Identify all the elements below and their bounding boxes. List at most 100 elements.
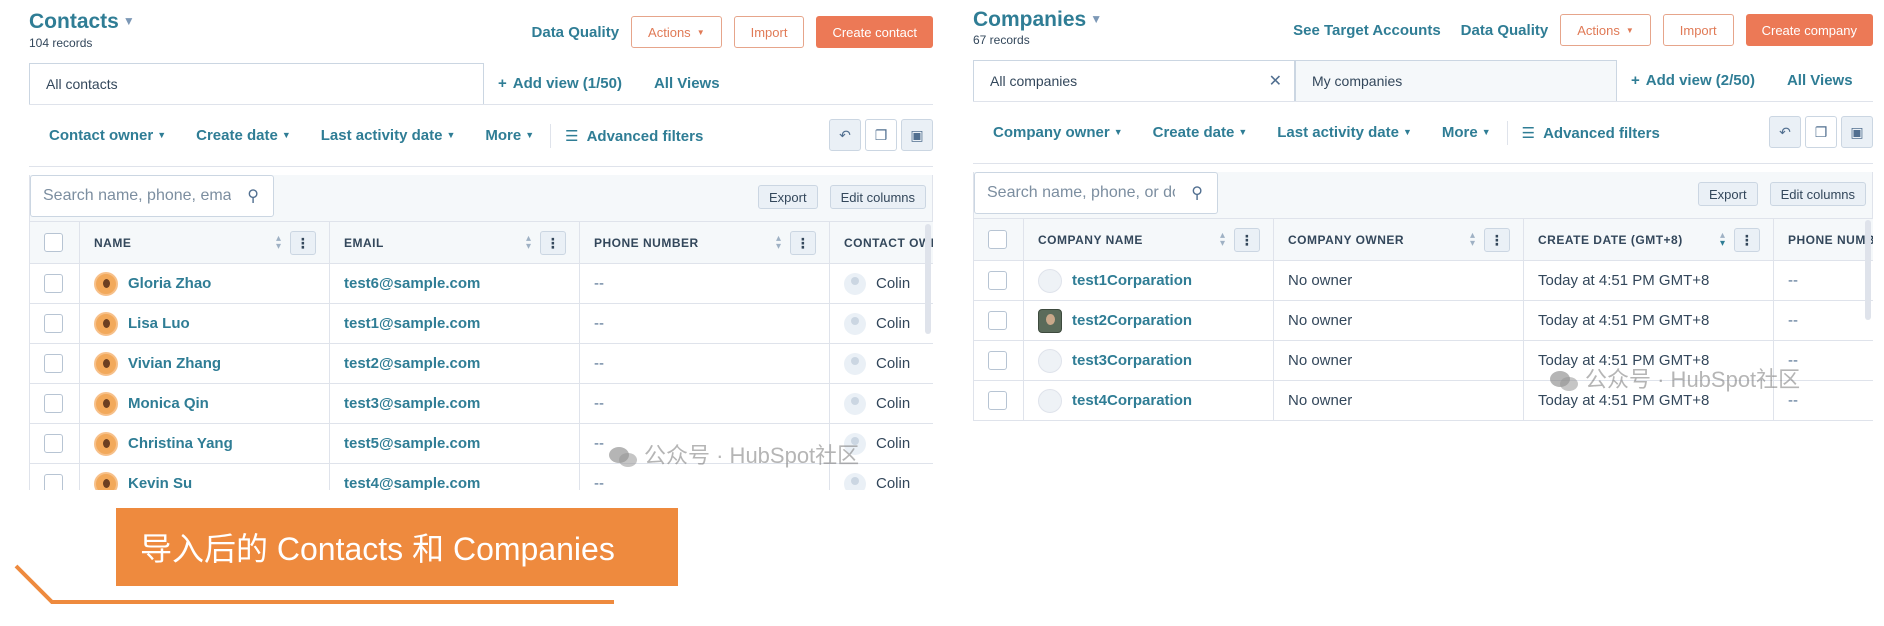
company-name-link[interactable]: test1Corparation <box>1072 271 1192 288</box>
contact-name-link[interactable]: Christina Yang <box>128 434 233 451</box>
sort-icon[interactable]: ▴ ▾ <box>776 234 782 252</box>
column-header-name[interactable]: NAME ▴ ▾ ⋮ <box>79 221 330 264</box>
table-row[interactable]: Vivian Zhang test2@sample.com -- Colin <box>29 343 933 384</box>
undo-icon[interactable]: ↶ <box>1769 116 1801 148</box>
email-link[interactable]: test5@sample.com <box>344 435 480 452</box>
edit-columns-button[interactable]: Edit columns <box>1769 182 1866 206</box>
table-row[interactable]: test2Corparation No owner Today at 4:51 … <box>973 300 1873 341</box>
filter-more[interactable]: More ▼ <box>1442 124 1491 141</box>
kebab-icon[interactable]: ⋮ <box>790 231 816 255</box>
row-checkbox[interactable] <box>988 391 1007 410</box>
select-all-checkbox[interactable] <box>988 230 1007 249</box>
table-row[interactable]: Monica Qin test3@sample.com -- Colin <box>29 383 933 424</box>
contact-name-link[interactable]: Vivian Zhang <box>128 354 221 371</box>
search-input[interactable] <box>31 176 231 216</box>
actions-button[interactable]: Actions ▼ <box>1560 14 1651 46</box>
contact-name-link[interactable]: Kevin Su <box>128 474 192 490</box>
save-icon[interactable]: ▣ <box>901 119 933 151</box>
column-header-phone[interactable]: PHONE NUMBER ▴ ▾ ⋮ <box>579 221 830 264</box>
column-header-email[interactable]: EMAIL ▴ ▾ ⋮ <box>329 221 580 264</box>
tab-all-contacts[interactable]: All contacts <box>29 63 484 104</box>
undo-icon[interactable]: ↶ <box>829 119 861 151</box>
contact-name-link[interactable]: Gloria Zhao <box>128 274 211 291</box>
row-checkbox[interactable] <box>44 274 63 293</box>
row-checkbox[interactable] <box>988 311 1007 330</box>
column-header-company-name[interactable]: COMPANY NAME ▴ ▾ ⋮ <box>1023 218 1274 261</box>
filter-last-activity-date[interactable]: Last activity date ▼ <box>321 127 456 144</box>
email-link[interactable]: test6@sample.com <box>344 275 480 292</box>
see-target-accounts-link[interactable]: See Target Accounts <box>1293 22 1441 39</box>
vertical-scrollbar[interactable] <box>1865 220 1871 320</box>
column-header-contact-owner[interactable]: CONTACT OWNER <box>829 221 933 264</box>
column-header-company-owner[interactable]: COMPANY OWNER ▴ ▾ ⋮ <box>1273 218 1524 261</box>
companies-title-dropdown[interactable]: Companies ▼ <box>973 8 1102 32</box>
filter-last-activity-date[interactable]: Last activity date ▼ <box>1277 124 1412 141</box>
company-name-link[interactable]: test3Corparation <box>1072 351 1192 368</box>
filter-create-date[interactable]: Create date ▼ <box>1153 124 1248 141</box>
all-views-link[interactable]: All Views <box>654 75 720 92</box>
table-row[interactable]: test1Corparation No owner Today at 4:51 … <box>973 260 1873 301</box>
save-icon[interactable]: ▣ <box>1841 116 1873 148</box>
filter-company-owner[interactable]: Company owner ▼ <box>993 124 1123 141</box>
row-checkbox[interactable] <box>988 271 1007 290</box>
caret-down-icon: ▼ <box>525 130 535 140</box>
advanced-filters-button[interactable]: ☰ Advanced filters <box>1522 124 1660 142</box>
row-checkbox[interactable] <box>988 351 1007 370</box>
search-input[interactable] <box>975 173 1175 213</box>
email-link[interactable]: test2@sample.com <box>344 355 480 372</box>
sort-icon[interactable]: ▴ ▾ <box>1470 231 1476 249</box>
all-views-link[interactable]: All Views <box>1787 72 1853 89</box>
filter-create-date[interactable]: Create date ▼ <box>196 127 291 144</box>
email-link[interactable]: test4@sample.com <box>344 475 480 490</box>
row-checkbox[interactable] <box>44 434 63 453</box>
sort-icon[interactable]: ▴ ▾ <box>276 234 282 252</box>
select-all-checkbox[interactable] <box>44 233 63 252</box>
company-name-link[interactable]: test2Corparation <box>1072 311 1192 328</box>
advanced-filters-button[interactable]: ☰ Advanced filters <box>565 127 703 145</box>
edit-columns-button[interactable]: Edit columns <box>829 185 926 209</box>
copy-icon[interactable]: ❐ <box>865 119 897 151</box>
email-link[interactable]: test1@sample.com <box>344 315 480 332</box>
kebab-icon[interactable]: ⋮ <box>1484 228 1510 252</box>
data-quality-link[interactable]: Data Quality <box>1461 22 1549 39</box>
row-checkbox[interactable] <box>44 474 63 490</box>
email-link[interactable]: test3@sample.com <box>344 395 480 412</box>
export-button[interactable]: Export <box>1698 182 1758 206</box>
tab-my-companies[interactable]: My companies <box>1295 60 1617 101</box>
row-checkbox[interactable] <box>44 314 63 333</box>
tab-all-companies[interactable]: All companies ✕ <box>973 60 1295 101</box>
company-name-link[interactable]: test4Corparation <box>1072 391 1192 408</box>
add-view-button[interactable]: + Add view (2/50) <box>1631 72 1755 89</box>
column-header-create-date[interactable]: CREATE DATE (GMT+8) ▴ ▾ ⋮ <box>1523 218 1774 261</box>
kebab-icon[interactable]: ⋮ <box>1234 228 1260 252</box>
actions-button[interactable]: Actions ▼ <box>631 16 722 48</box>
create-contact-button[interactable]: Create contact <box>816 16 933 48</box>
data-quality-link[interactable]: Data Quality <box>532 24 620 41</box>
filter-contact-owner[interactable]: Contact owner ▼ <box>49 127 166 144</box>
close-icon[interactable]: ✕ <box>1269 71 1282 91</box>
add-view-button[interactable]: + Add view (1/50) <box>498 75 622 92</box>
import-button[interactable]: Import <box>733 16 805 48</box>
export-button[interactable]: Export <box>758 185 818 209</box>
kebab-icon[interactable]: ⋮ <box>540 231 566 255</box>
contact-name-link[interactable]: Lisa Luo <box>128 314 190 331</box>
create-company-button[interactable]: Create company <box>1745 14 1873 46</box>
table-row[interactable]: Lisa Luo test1@sample.com -- Colin <box>29 303 933 344</box>
kebab-icon[interactable]: ⋮ <box>1734 228 1760 252</box>
row-checkbox[interactable] <box>44 354 63 373</box>
sort-icon[interactable]: ▴ ▾ <box>526 234 532 252</box>
sort-icon[interactable]: ▴ ▾ <box>1220 231 1226 249</box>
table-row[interactable]: Gloria Zhao test6@sample.com -- Colin <box>29 263 933 304</box>
sort-icon[interactable]: ▴ ▾ <box>1720 231 1726 249</box>
search-icon[interactable]: ⚲ <box>1191 183 1203 203</box>
column-header-phone[interactable]: PHONE NUMBER <box>1773 218 1873 261</box>
import-button[interactable]: Import <box>1662 14 1734 46</box>
search-icon[interactable]: ⚲ <box>247 186 259 206</box>
copy-icon[interactable]: ❐ <box>1805 116 1837 148</box>
contact-name-link[interactable]: Monica Qin <box>128 394 209 411</box>
vertical-scrollbar[interactable] <box>925 224 931 334</box>
filter-more[interactable]: More ▼ <box>485 127 534 144</box>
contacts-title-dropdown[interactable]: Contacts ▼ <box>29 10 135 34</box>
kebab-icon[interactable]: ⋮ <box>290 231 316 255</box>
row-checkbox[interactable] <box>44 394 63 413</box>
